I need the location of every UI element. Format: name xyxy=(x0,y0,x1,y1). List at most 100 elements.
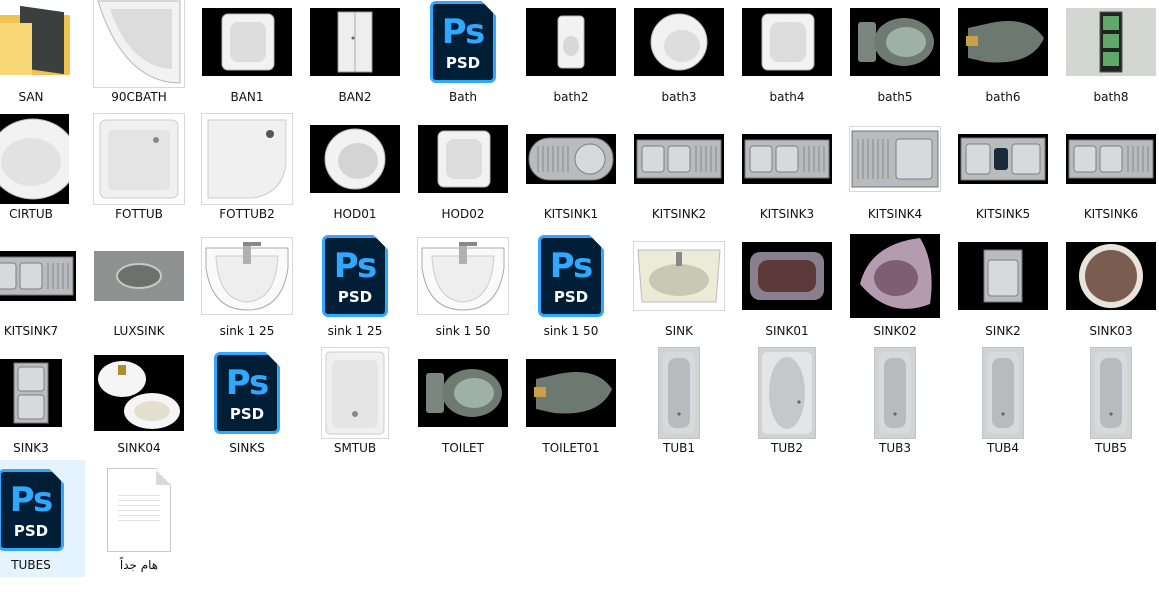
file-item[interactable]: bath5 xyxy=(841,0,949,109)
file-name-label: TOILET xyxy=(442,441,484,455)
file-grid: SAN 90CBATH BAN1 BAN2 Ps PSD Bath bath2 bath3 bat… xyxy=(0,0,1159,577)
file-item[interactable]: TUB2 xyxy=(733,343,841,460)
file-item[interactable]: SINK03 xyxy=(1057,226,1159,343)
file-name-label: KITSINK7 xyxy=(3,324,59,338)
file-name-label: SINK01 xyxy=(765,324,809,338)
file-item[interactable]: TUB3 xyxy=(841,343,949,460)
toilet-top-photo xyxy=(858,18,934,66)
file-item[interactable]: Ps PSD SINKS xyxy=(193,343,301,460)
file-item[interactable]: KITSINK2 xyxy=(625,109,733,226)
file-thumbnail xyxy=(849,0,941,88)
file-thumbnail xyxy=(957,230,1049,322)
file-item[interactable]: Ps PSD Bath xyxy=(409,0,517,109)
file-item[interactable]: bath2 xyxy=(517,0,625,109)
square-basin-photo xyxy=(761,13,815,71)
file-name-label: CIRTUB xyxy=(9,207,53,221)
file-item[interactable]: SINK02 xyxy=(841,226,949,343)
file-thumbnail xyxy=(93,347,185,439)
small-sink-photo xyxy=(557,15,585,69)
file-name-label: HOD02 xyxy=(441,207,485,221)
file-item[interactable]: BAN1 xyxy=(193,0,301,109)
file-item[interactable]: CIRTUB xyxy=(0,109,85,226)
file-item[interactable]: TUB5 xyxy=(1057,343,1159,460)
file-item[interactable]: SINK01 xyxy=(733,226,841,343)
file-item[interactable]: KITSINK5 xyxy=(949,109,1057,226)
oval-basin-photo xyxy=(324,128,386,190)
file-thumbnail: Ps PSD xyxy=(309,230,401,322)
photoshop-file-icon: Ps PSD xyxy=(430,1,496,83)
file-item[interactable]: Ps PSD TUBES xyxy=(0,460,85,577)
washbasin-photo xyxy=(205,242,289,311)
file-item[interactable]: KITSINK7 xyxy=(0,226,85,343)
file-name-label: bath8 xyxy=(1093,90,1129,104)
file-item[interactable]: هام جداً xyxy=(85,460,193,577)
file-name-label: SMTUB xyxy=(333,441,377,455)
file-thumbnail xyxy=(633,230,725,322)
file-thumbnail xyxy=(93,0,185,88)
file-item[interactable]: HOD02 xyxy=(409,109,517,226)
file-item[interactable]: SINK3 xyxy=(0,343,85,460)
file-thumbnail xyxy=(309,113,401,205)
file-name-label: bath6 xyxy=(985,90,1021,104)
file-item[interactable]: FOTTUB2 xyxy=(193,109,301,226)
file-item[interactable]: TUB1 xyxy=(625,343,733,460)
psd-extension-text: PSD xyxy=(445,54,481,72)
panel-photo xyxy=(1099,11,1123,73)
file-thumbnail xyxy=(309,0,401,88)
file-item[interactable]: TOILET01 xyxy=(517,343,625,460)
file-name-label: bath3 xyxy=(661,90,697,104)
file-thumbnail xyxy=(741,113,833,205)
file-item[interactable]: SINK xyxy=(625,226,733,343)
file-item[interactable]: KITSINK1 xyxy=(517,109,625,226)
file-item[interactable]: SAN xyxy=(0,0,85,109)
file-thumbnail xyxy=(1065,347,1157,439)
file-thumbnail xyxy=(741,230,833,322)
file-item[interactable]: TUB4 xyxy=(949,343,1057,460)
file-item[interactable]: KITSINK4 xyxy=(841,109,949,226)
file-thumbnail xyxy=(0,347,77,439)
file-name-label: sink 1 25 xyxy=(327,324,383,338)
file-item[interactable]: FOTTUB xyxy=(85,109,193,226)
file-item[interactable]: TOILET xyxy=(409,343,517,460)
file-item[interactable]: bath8 xyxy=(1057,0,1159,109)
file-name-label: TOILET01 xyxy=(542,441,600,455)
file-thumbnail xyxy=(633,347,725,439)
file-item[interactable]: KITSINK6 xyxy=(1057,109,1159,226)
kitchen-single-photo xyxy=(851,130,939,188)
file-name-label: 90CBATH xyxy=(111,90,167,104)
file-item[interactable]: LUXSINK xyxy=(85,226,193,343)
file-item[interactable]: sink 1 25 xyxy=(193,226,301,343)
file-item[interactable]: Ps PSD sink 1 25 xyxy=(301,226,409,343)
file-thumbnail: Ps PSD xyxy=(417,0,509,88)
file-name-label: SINK3 xyxy=(13,441,49,455)
two-basins-photo xyxy=(98,361,180,429)
file-item[interactable]: Ps PSD sink 1 50 xyxy=(517,226,625,343)
file-name-label: KITSINK6 xyxy=(1083,207,1139,221)
file-name-label: BAN1 xyxy=(230,90,264,104)
file-item[interactable]: bath6 xyxy=(949,0,1057,109)
file-name-label: sink 1 25 xyxy=(219,324,275,338)
file-item[interactable]: SINK2 xyxy=(949,226,1057,343)
file-thumbnail xyxy=(0,0,77,88)
shower-tray-round-photo xyxy=(207,119,287,199)
file-item[interactable]: 90CBATH xyxy=(85,0,193,109)
file-thumbnail xyxy=(525,0,617,88)
folder-icon xyxy=(0,5,70,75)
file-thumbnail xyxy=(93,113,185,205)
file-item[interactable]: SMTUB xyxy=(301,343,409,460)
file-thumbnail xyxy=(957,113,1049,205)
file-item[interactable]: KITSINK3 xyxy=(733,109,841,226)
tub-photo xyxy=(1095,352,1127,434)
file-item[interactable]: sink 1 50 xyxy=(409,226,517,343)
file-item[interactable]: HOD01 xyxy=(301,109,409,226)
ps-logo-text: Ps xyxy=(225,363,270,403)
file-thumbnail xyxy=(309,347,401,439)
file-item[interactable]: bath4 xyxy=(733,0,841,109)
file-name-label: HOD01 xyxy=(333,207,377,221)
door-photo xyxy=(337,11,373,73)
file-item[interactable]: SINK04 xyxy=(85,343,193,460)
file-item[interactable]: BAN2 xyxy=(301,0,409,109)
file-thumbnail xyxy=(93,230,185,322)
file-thumbnail xyxy=(957,0,1049,88)
file-item[interactable]: bath3 xyxy=(625,0,733,109)
